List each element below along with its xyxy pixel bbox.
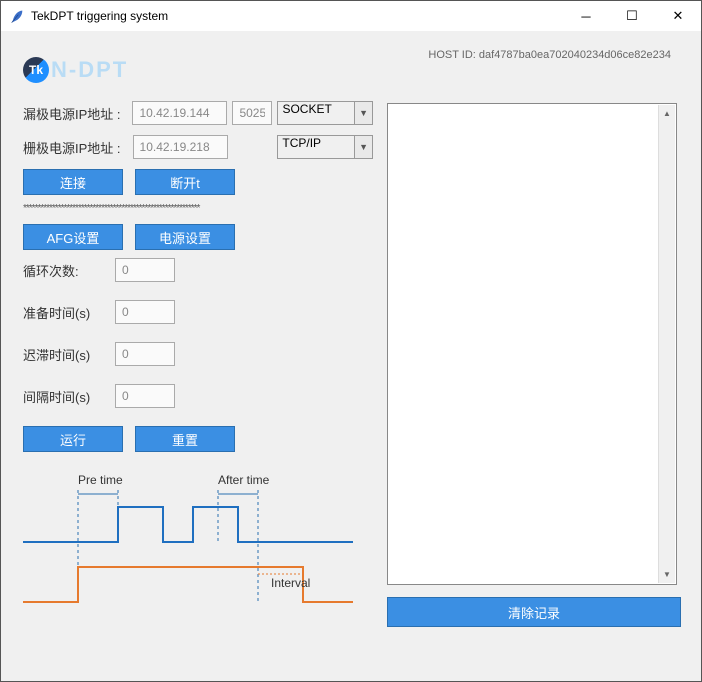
- delay-time-label: 迟滞时间(s): [23, 345, 115, 364]
- scroll-down-icon[interactable]: ▼: [659, 566, 675, 583]
- log-textarea[interactable]: ▲ ▼: [387, 103, 677, 585]
- pre-time-label: Pre time: [78, 473, 123, 487]
- gate-proto-dropdown-icon[interactable]: ▼: [355, 135, 373, 159]
- maximize-button[interactable]: ☐: [609, 1, 655, 31]
- connect-row: 连接 断开t: [23, 169, 373, 195]
- interval-time-input[interactable]: [115, 384, 175, 408]
- power-settings-button[interactable]: 电源设置: [135, 224, 235, 250]
- drain-proto-dropdown-icon[interactable]: ▼: [355, 101, 373, 125]
- reset-button[interactable]: 重置: [135, 426, 235, 452]
- connect-button[interactable]: 连接: [23, 169, 123, 195]
- client-area: HOST ID: daf4787ba0ea702040234d06ce82e23…: [1, 31, 701, 681]
- minimize-button[interactable]: ─: [563, 1, 609, 31]
- logo: Tk N-DPT: [23, 57, 128, 83]
- log-scrollbar[interactable]: ▲ ▼: [658, 105, 675, 583]
- prep-time-label: 准备时间(s): [23, 303, 115, 322]
- host-id-label: HOST ID: daf4787ba0ea702040234d06ce82e23…: [428, 49, 671, 61]
- titlebar: TekDPT triggering system ─ ☐ ✕: [1, 1, 701, 31]
- loop-count-input[interactable]: [115, 258, 175, 282]
- run-button[interactable]: 运行: [23, 426, 123, 452]
- logo-text: N-DPT: [51, 57, 128, 83]
- drain-ip-label: 漏极电源IP地址 :: [23, 104, 132, 123]
- gate-ip-row: 栅极电源IP地址 : TCP/IP ▼: [23, 135, 373, 159]
- drain-ip-input[interactable]: [132, 101, 227, 125]
- clear-log-button[interactable]: 清除记录: [387, 597, 681, 627]
- scroll-up-icon[interactable]: ▲: [659, 105, 675, 122]
- app-icon: [9, 8, 25, 24]
- drain-proto-select[interactable]: SOCKET: [277, 101, 355, 125]
- run-row: 运行 重置: [23, 426, 373, 452]
- logo-icon: Tk: [23, 57, 49, 83]
- disconnect-button[interactable]: 断开t: [135, 169, 235, 195]
- prep-time-input[interactable]: [115, 300, 175, 324]
- interval-time-label: 间隔时间(s): [23, 387, 115, 406]
- divider: ****************************************…: [23, 203, 353, 214]
- gate-ip-input[interactable]: [133, 135, 228, 159]
- gate-ip-label: 栅极电源IP地址 :: [23, 138, 133, 157]
- interval-label: Interval: [271, 576, 310, 590]
- drain-port-input[interactable]: [232, 101, 272, 125]
- gate-proto-select[interactable]: TCP/IP: [277, 135, 355, 159]
- window-controls: ─ ☐ ✕: [563, 1, 701, 31]
- clear-log-row: 清除记录: [387, 597, 681, 627]
- left-panel: 漏极电源IP地址 : SOCKET ▼ 栅极电源IP地址 : TCP/IP ▼ …: [23, 101, 373, 617]
- afg-settings-button[interactable]: AFG设置: [23, 224, 123, 250]
- params-section: 循环次数: 准备时间(s) 迟滞时间(s) 间隔时间(s): [23, 258, 373, 408]
- drain-ip-row: 漏极电源IP地址 : SOCKET ▼: [23, 101, 373, 125]
- delay-time-input[interactable]: [115, 342, 175, 366]
- timing-diagram: Pre time After time Interval: [23, 472, 373, 617]
- settings-row: AFG设置 电源设置: [23, 224, 373, 250]
- close-button[interactable]: ✕: [655, 1, 701, 31]
- after-time-label: After time: [218, 473, 270, 487]
- loop-count-label: 循环次数:: [23, 261, 115, 280]
- window-title: TekDPT triggering system: [31, 9, 563, 23]
